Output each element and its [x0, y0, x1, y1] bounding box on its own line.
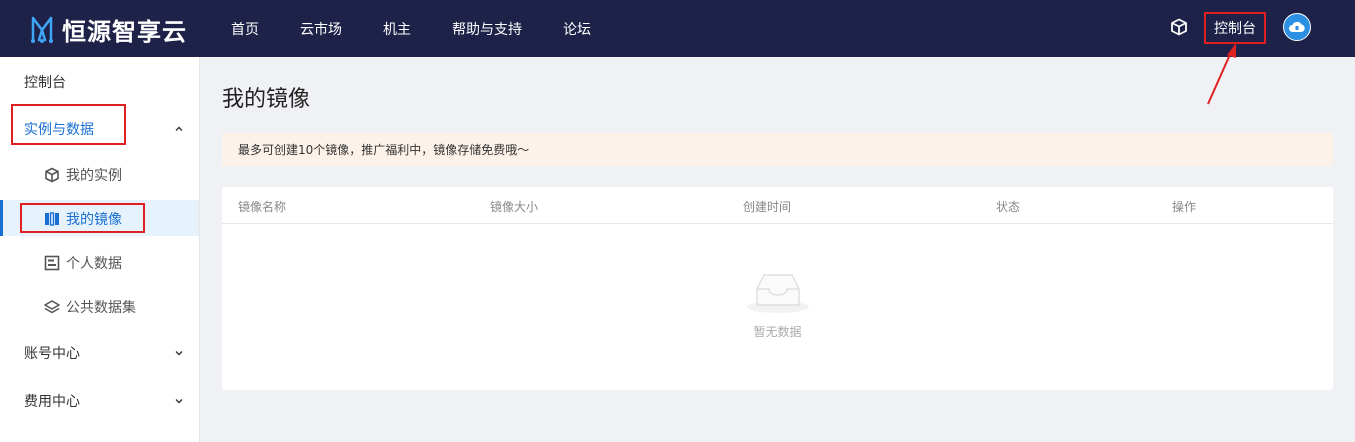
sidebar-item-public-datasets[interactable]: 公共数据集 — [44, 297, 136, 317]
image-table: 镜像名称 镜像大小 创建时间 状态 操作 暂无数据 — [222, 187, 1333, 390]
brand-name: 恒源智享云 — [62, 18, 187, 46]
nav-forum[interactable]: 论坛 — [563, 19, 591, 39]
brand-logo[interactable]: 恒源智享云 — [30, 12, 187, 47]
avatar[interactable] — [1283, 13, 1311, 41]
sidebar-item-label: 公共数据集 — [66, 300, 136, 316]
chevron-down-icon — [175, 399, 183, 404]
nav-home[interactable]: 首页 — [231, 19, 259, 39]
top-bar: 恒源智享云 首页 云市场 机主 帮助与支持 论坛 控制台 — [0, 0, 1355, 57]
cube-icon[interactable] — [1170, 18, 1188, 36]
nav-help[interactable]: 帮助与支持 — [452, 19, 522, 39]
console-button[interactable]: 控制台 — [1204, 12, 1266, 44]
sidebar-group-label: 账号中心 — [24, 346, 80, 362]
sidebar: 控制台 实例与数据 我的实例 我的镜像 个人数据 公共数据集 账号中心 费用中心 — [0, 57, 200, 442]
chevron-down-icon — [175, 351, 183, 356]
sidebar-item-label: 个人数据 — [66, 256, 122, 272]
column-header-status[interactable]: 状态 — [996, 198, 1020, 215]
notice-banner: 最多可创建10个镜像，推广福利中，镜像存储免费哦～ — [222, 133, 1333, 166]
logo-icon — [31, 16, 53, 43]
sidebar-group-label: 费用中心 — [24, 394, 80, 410]
chevron-up-icon — [175, 126, 183, 131]
data-icon — [44, 255, 60, 271]
sidebar-console[interactable]: 控制台 — [24, 72, 66, 92]
main-content: 我的镜像 最多可创建10个镜像，推广福利中，镜像存储免费哦～ 镜像名称 镜像大小… — [200, 57, 1355, 442]
cube-icon — [45, 167, 59, 183]
table-header: 镜像名称 镜像大小 创建时间 状态 操作 — [222, 187, 1333, 224]
highlight-box-group — [11, 104, 126, 145]
nav-host[interactable]: 机主 — [383, 19, 411, 39]
empty-inbox-icon — [747, 274, 809, 313]
sidebar-group-account[interactable]: 账号中心 — [24, 343, 184, 363]
sidebar-item-my-instances[interactable]: 我的实例 — [44, 165, 122, 185]
empty-text: 暂无数据 — [753, 325, 802, 339]
column-header-name[interactable]: 镜像名称 — [238, 198, 286, 215]
column-header-size[interactable]: 镜像大小 — [490, 198, 538, 215]
sidebar-item-personal-data[interactable]: 个人数据 — [44, 253, 122, 273]
layers-icon — [44, 300, 60, 314]
cloud-icon — [1289, 21, 1305, 32]
column-header-created[interactable]: 创建时间 — [743, 198, 791, 215]
column-header-actions[interactable]: 操作 — [1172, 198, 1196, 215]
notice-text: 最多可创建10个镜像，推广福利中，镜像存储免费哦～ — [238, 143, 530, 157]
highlight-box-item — [20, 203, 145, 233]
page-title: 我的镜像 — [222, 87, 311, 112]
nav-market[interactable]: 云市场 — [300, 19, 342, 39]
sidebar-item-label: 我的实例 — [66, 168, 122, 184]
sidebar-group-billing[interactable]: 费用中心 — [24, 391, 184, 411]
main-nav: 首页 云市场 机主 帮助与支持 论坛 — [231, 0, 632, 57]
